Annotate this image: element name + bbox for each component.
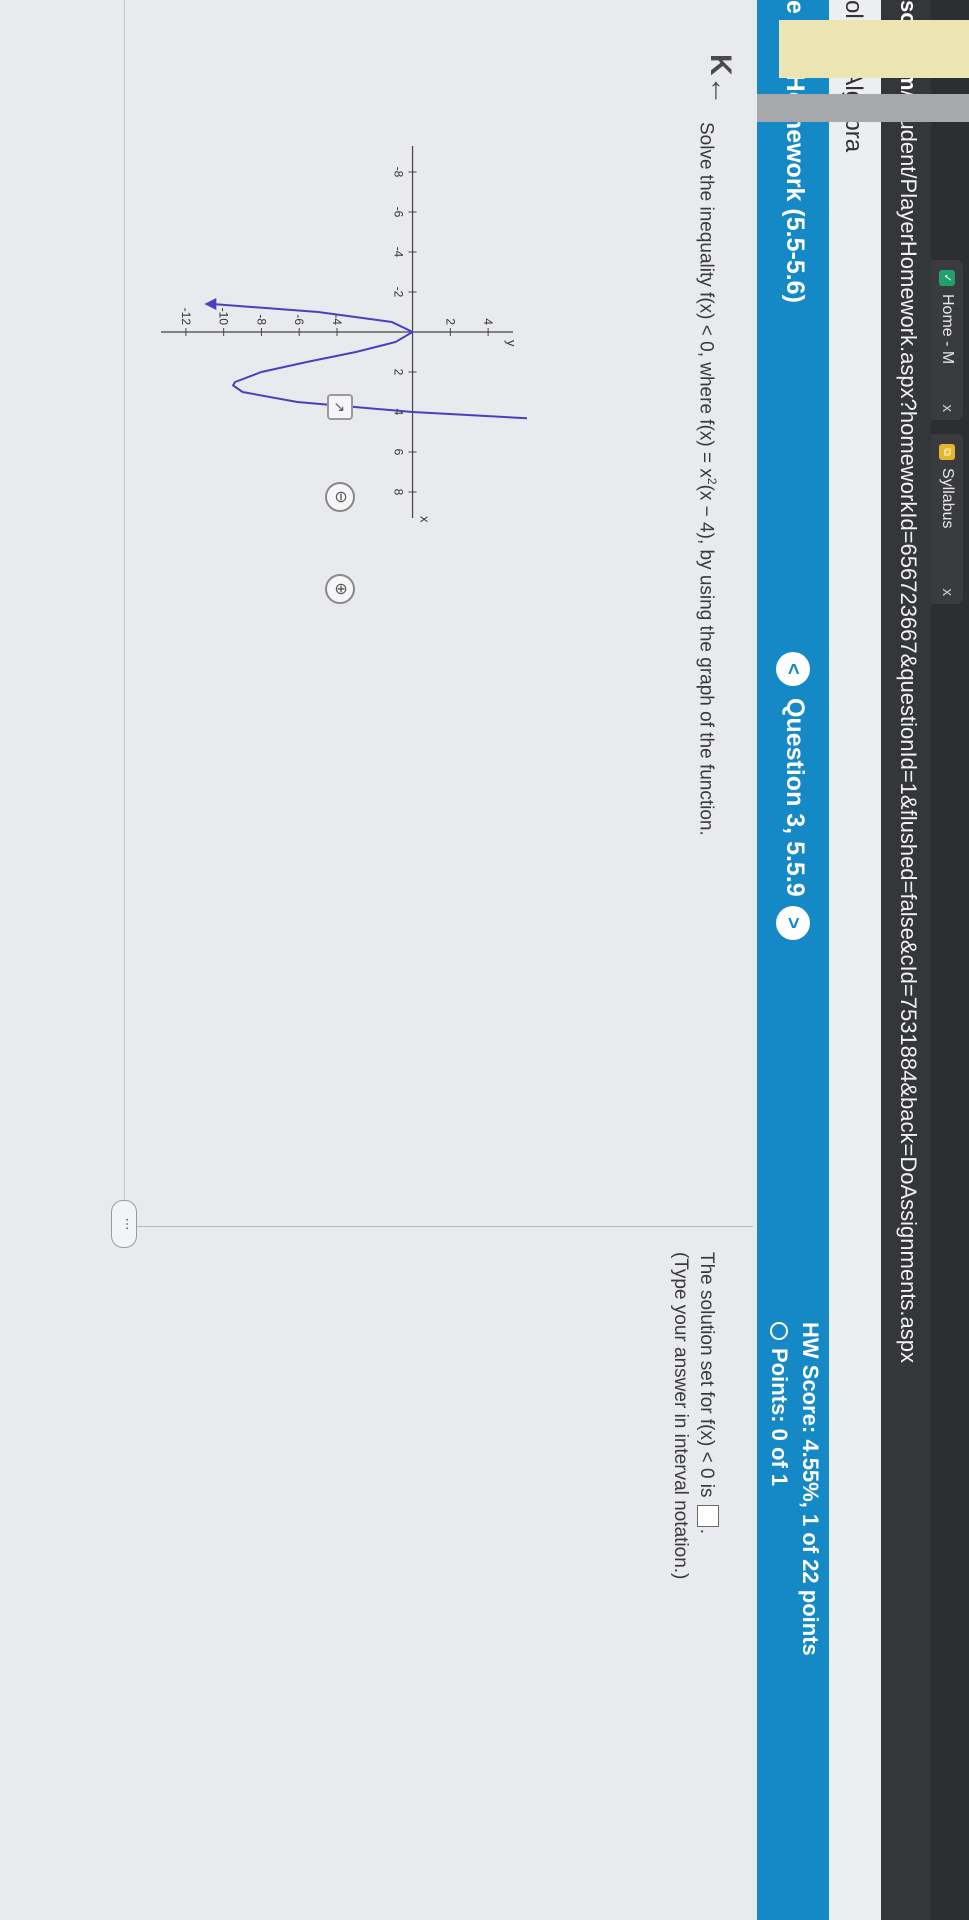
document-icon: ⧉: [939, 444, 955, 460]
x-tick-label: -8: [392, 167, 406, 178]
x-tick-label: 8: [392, 489, 406, 496]
side-scrollbar[interactable]: [739, 94, 969, 122]
side-highlight: [779, 20, 969, 78]
question-divider: [124, 0, 125, 1226]
close-icon[interactable]: x: [931, 589, 963, 597]
tab-syllabus-label: Syllabus: [939, 468, 956, 529]
answer-input[interactable]: [697, 1504, 719, 1527]
hw-score: HW Score: 4.55%, 1 of 22 points: [798, 1322, 823, 1656]
function-graph: -8 -6 -4 -2 2 4 6 8 4 2 -4 -6 -8 -10 -12 x y: [142, 132, 566, 532]
question-label: Question 3, 5.5.9: [781, 698, 809, 897]
graph-svg: -8-6-4-2246842-4-6-8-10-12xy: [161, 146, 566, 523]
tab-home[interactable]: ✓ Home - M x: [931, 260, 963, 420]
points-circle-icon: [770, 1322, 788, 1340]
prompt-exponent: 2: [705, 477, 719, 485]
curve-arrow-start: [204, 298, 217, 310]
y-tick-label: -10: [217, 308, 231, 326]
answer-suffix: .: [696, 1528, 717, 1535]
points-text: Points: 0 of 1: [767, 1348, 792, 1487]
homework-banner: e 05B Homework (5.5-5.6) < Question 3, 5…: [757, 0, 829, 1920]
prompt-text-after: (x − 4), by using the graph of the funct…: [695, 484, 717, 836]
tab-home-label: Home - M: [939, 294, 956, 365]
y-tick-label: -12: [179, 308, 193, 326]
x-tick-label: 6: [392, 449, 406, 456]
y-axis-label: y: [504, 340, 519, 347]
prompt-text-before: Solve the inequality f(x) < 0, where f(x…: [695, 122, 717, 478]
address-bar[interactable]: son.com/Student/PlayerHomework.aspx?home…: [881, 0, 931, 1920]
question-area: K← Solve the inequality f(x) < 0, where …: [0, 0, 757, 1920]
previous-question-button[interactable]: <: [776, 652, 810, 686]
back-to-start-button[interactable]: K←: [703, 54, 737, 106]
next-question-button[interactable]: >: [776, 906, 810, 940]
more-options-button[interactable]: ⋯: [111, 1200, 137, 1248]
y-tick-label: 2: [443, 318, 457, 325]
screen: ✓ Home - M x ⧉ Syllabus x son.com/Studen…: [0, 0, 969, 1920]
tab-syllabus[interactable]: ⧉ Syllabus x: [931, 434, 963, 604]
popout-icon[interactable]: ↗: [327, 394, 353, 420]
browser-tab-bar: ✓ Home - M x ⧉ Syllabus x: [931, 0, 969, 1920]
answer-hint: (Type your answer in interval notation.): [670, 1252, 691, 1580]
answer-prefix: The solution set for f(x) < 0 is: [696, 1252, 717, 1498]
x-tick-label: 2: [392, 369, 406, 376]
url-text[interactable]: son.com/Student/PlayerHomework.aspx?home…: [895, 0, 921, 1363]
y-tick-label: -6: [292, 314, 306, 325]
check-icon: ✓: [939, 270, 955, 286]
panel-divider: [113, 1226, 753, 1227]
close-icon[interactable]: x: [931, 405, 963, 413]
x-tick-label: -2: [392, 287, 406, 298]
zoom-in-icon[interactable]: ⊕: [325, 574, 355, 604]
x-tick-label: -4: [392, 247, 406, 258]
question-prompt: Solve the inequality f(x) < 0, where f(x…: [695, 122, 719, 836]
x-axis-label: x: [418, 516, 433, 523]
points-status: Points: 0 of 1: [766, 1322, 792, 1486]
x-tick-label: -6: [392, 207, 406, 218]
answer-statement: The solution set for f(x) < 0 is .: [695, 1252, 719, 1534]
y-tick-label: -8: [254, 314, 268, 325]
y-tick-label: 4: [481, 318, 495, 325]
url-path: /Student/PlayerHomework.aspx?homeworkId=…: [896, 90, 921, 1364]
zoom-out-icon[interactable]: ⊖: [325, 482, 355, 512]
